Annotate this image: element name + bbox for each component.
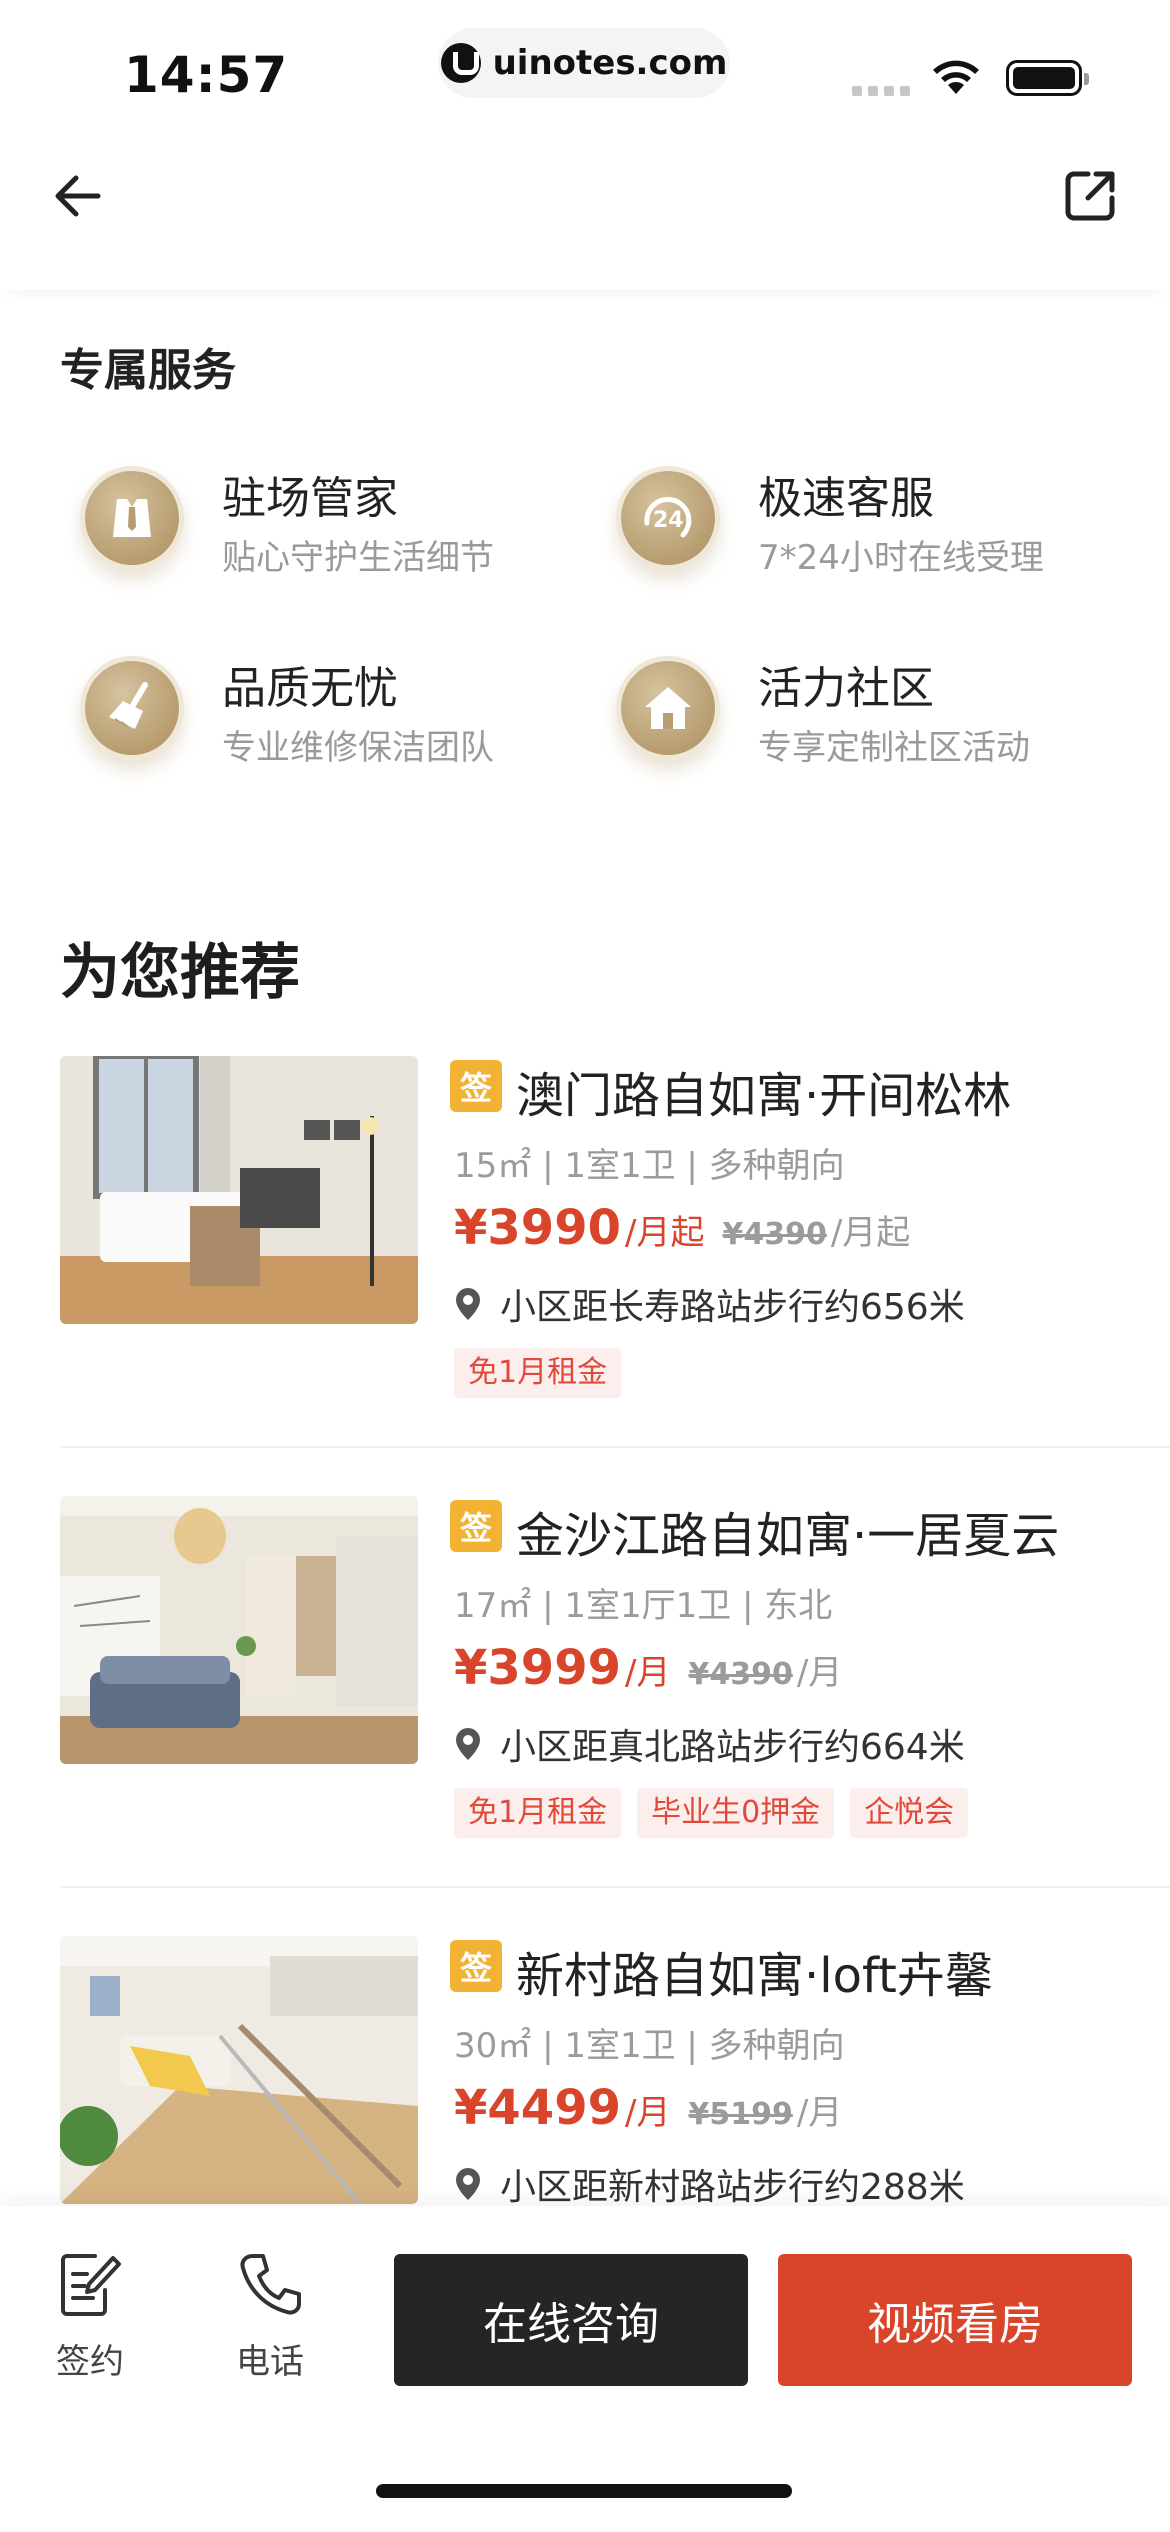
video-viewing-button[interactable]: 视频看房 (778, 2254, 1132, 2386)
sign-badge: 签 (450, 1060, 502, 1112)
phone-icon (240, 2254, 301, 2315)
tag-list: 免1月租金 毕业生0押金 企悦会 (454, 1788, 969, 1838)
location-pin-icon (456, 1728, 480, 1760)
listing-title[interactable]: 金沙江路自如寓·一居夏云 (516, 1496, 1059, 1566)
nav-bar (0, 130, 1170, 290)
site-logo-icon (440, 43, 481, 83)
sign-badge: 签 (450, 1940, 502, 1992)
divider (60, 1446, 1170, 1448)
listing-price: ¥4499 (454, 2080, 621, 2136)
listing-meta: 17㎡ | 1室1厅1卫 | 东北 (454, 1586, 833, 1626)
svg-text:24: 24 (653, 508, 684, 533)
location-row: 小区距真北路站步行约664米 (454, 1718, 965, 1770)
listing-photo[interactable] (60, 1056, 418, 1324)
listing-photo[interactable] (60, 1936, 418, 2204)
service-butler[interactable]: 驻场管家 贴心守护生活细节 (60, 456, 580, 586)
sign-label: 签约 (56, 2342, 124, 2382)
butler-vest-icon (80, 466, 184, 570)
original-price: ¥4390 (722, 1217, 827, 1252)
location-pin-icon (456, 2168, 480, 2200)
divider (60, 1886, 1170, 1888)
listing-price: ¥3999 (454, 1640, 621, 1696)
price-unit: /月 (625, 1653, 671, 1693)
sign-contract-button[interactable]: 签约 (30, 2250, 150, 2410)
share-icon[interactable] (1058, 164, 1122, 228)
location-text: 小区距长寿路站步行约656米 (500, 1287, 965, 1328)
service-name: 极速客服 (758, 473, 934, 524)
recommend-title: 为您推荐 (60, 938, 300, 1008)
house-icon (616, 656, 720, 760)
cellular-signal-icon (852, 86, 910, 96)
battery-icon (1006, 60, 1089, 96)
listing-photo[interactable] (60, 1496, 418, 1764)
price-unit: /月 (625, 2093, 671, 2133)
url-text: uinotes.com (492, 43, 728, 83)
url-pill[interactable]: uinotes.com (438, 28, 730, 98)
services-title: 专属服务 (60, 345, 236, 396)
location-text: 小区距新村路站步行约288米 (500, 2167, 965, 2206)
service-name: 活力社区 (758, 663, 934, 714)
broom-icon (80, 656, 184, 760)
original-price-unit: /月 (796, 2093, 843, 2133)
promo-tag: 企悦会 (850, 1788, 969, 1838)
home-indicator[interactable] (376, 2484, 792, 2498)
listing-title[interactable]: 澳门路自如寓·开间松林 (516, 1056, 1011, 1126)
original-price: ¥4390 (688, 1657, 793, 1692)
phone-label: 电话 (236, 2342, 304, 2382)
status-time: 14:57 (124, 46, 289, 104)
listing-meta: 30㎡ | 1室1卫 | 多种朝向 (454, 2026, 845, 2066)
sign-badge: 签 (450, 1500, 502, 1552)
service-name: 驻场管家 (222, 473, 398, 524)
price-unit: /月起 (625, 1213, 705, 1253)
listing-title[interactable]: 新村路自如寓·loft卉馨 (516, 1936, 993, 2006)
promo-tag: 毕业生0押金 (637, 1788, 835, 1838)
service-community[interactable]: 活力社区 专享定制社区活动 (596, 646, 1116, 776)
back-arrow-icon[interactable] (46, 164, 110, 228)
listing-card[interactable]: 签 新村路自如寓·loft卉馨 30㎡ | 1室1卫 | 多种朝向 ¥4499 … (60, 1936, 1170, 2206)
original-price-unit: /月起 (830, 1213, 911, 1253)
listing-meta: 15㎡ | 1室1卫 | 多种朝向 (454, 1146, 845, 1186)
listing-price: ¥3990 (454, 1200, 621, 1256)
online-consult-button[interactable]: 在线咨询 (394, 2254, 748, 2386)
wifi-icon (933, 60, 979, 94)
location-pin-icon (456, 1288, 480, 1320)
service-desc: 贴心守护生活细节 (222, 538, 494, 578)
service-desc: 专业维修保洁团队 (222, 728, 494, 768)
service-name: 品质无忧 (222, 663, 398, 714)
promo-tag: 免1月租金 (454, 1348, 622, 1398)
service-desc: 专享定制社区活动 (758, 728, 1030, 768)
tag-list: 免1月租金 (454, 1348, 622, 1398)
service-fast-support[interactable]: 24 极速客服 7*24小时在线受理 (596, 456, 1116, 586)
price-row: ¥3999 /月 ¥4390 /月 (454, 1640, 842, 1696)
price-row: ¥3990 /月起 ¥4390 /月起 (454, 1200, 910, 1256)
service-desc: 7*24小时在线受理 (758, 538, 1044, 578)
24h-service-icon: 24 (616, 466, 720, 570)
original-price: ¥5199 (688, 2097, 793, 2132)
original-price-unit: /月 (796, 1653, 843, 1693)
service-quality[interactable]: 品质无忧 专业维修保洁团队 (60, 646, 580, 776)
location-row: 小区距长寿路站步行约656米 (454, 1278, 965, 1330)
location-row: 小区距新村路站步行约288米 (454, 2158, 965, 2206)
phone-button[interactable]: 电话 (210, 2250, 330, 2410)
location-text: 小区距真北路站步行约664米 (500, 1727, 965, 1768)
price-row: ¥4499 /月 ¥5199 /月 (454, 2080, 842, 2136)
promo-tag: 免1月租金 (454, 1788, 622, 1838)
listing-card[interactable]: 签 澳门路自如寓·开间松林 15㎡ | 1室1卫 | 多种朝向 ¥3990 /月… (60, 1056, 1170, 1496)
contract-edit-icon (61, 2254, 121, 2316)
listing-card[interactable]: 签 金沙江路自如寓·一居夏云 17㎡ | 1室1厅1卫 | 东北 ¥3999 /… (60, 1496, 1170, 1936)
status-bar: 14:57 uinotes.com (0, 0, 1170, 130)
